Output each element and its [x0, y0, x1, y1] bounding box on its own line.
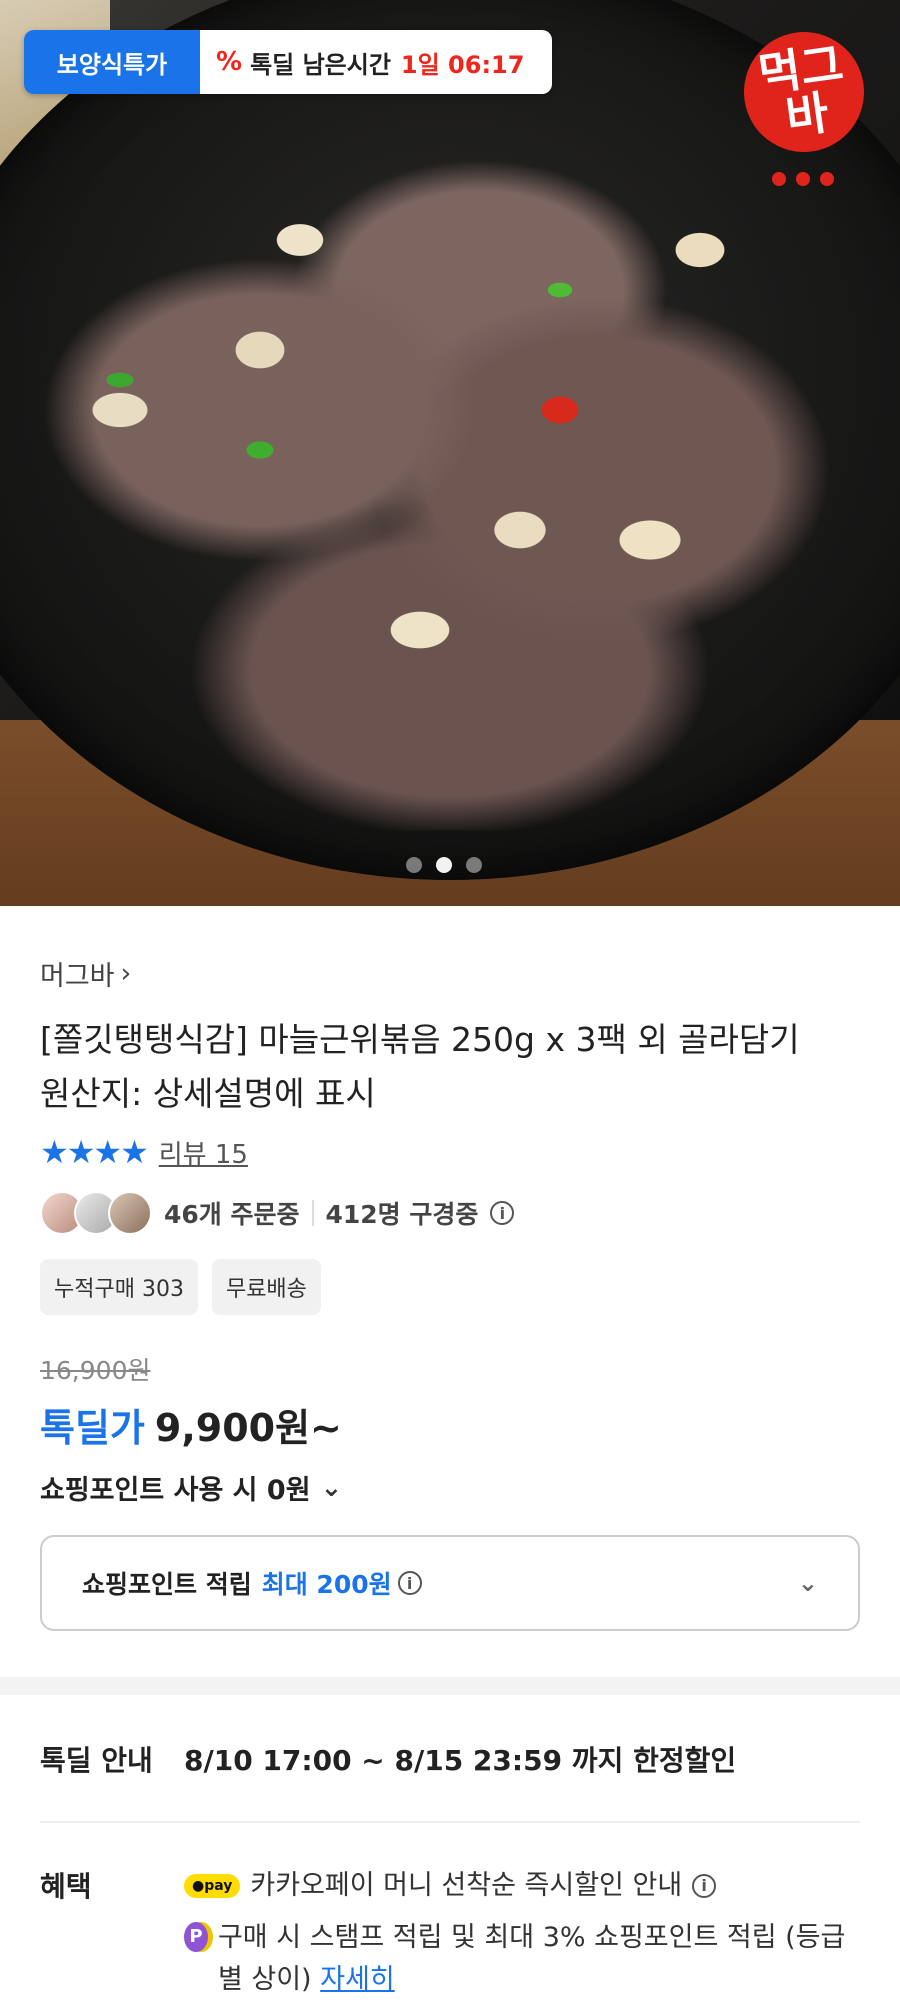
deal-info-value: 8/10 17:00 ~ 8/15 23:59 까지 한정할인 — [184, 1744, 737, 1777]
badge-timer: % 톡딜 남은시간 1일 06:17 — [200, 30, 552, 94]
benefit-item[interactable]: ●pay 카카오페이 머니 선착순 즉시할인 안내 i — [184, 1865, 860, 1907]
seller-name[interactable]: 머그바 — [40, 954, 115, 993]
sale-label: 톡딜가 — [40, 1406, 145, 1450]
point-icon: P — [184, 1922, 208, 1952]
chip-cumulative-purchase: 누적구매 303 — [40, 1259, 198, 1315]
rating-row: ★★★★ 리뷰 15 — [40, 1133, 860, 1171]
kakaopay-icon: ●pay — [184, 1874, 241, 1898]
product-title-line1: [쫄깃탱탱식감] 마늘근위볶음 250g x 3팩 외 골라담기 — [40, 1020, 800, 1059]
benefit-list: ●pay 카카오페이 머니 선착순 즉시할인 안내 i P 구매 시 스탬프 적… — [184, 1865, 860, 2011]
deal-section: 톡딜 안내 8/10 17:00 ~ 8/15 23:59 까지 한정할인 혜택… — [0, 1739, 900, 2011]
info-icon[interactable]: i — [692, 1874, 717, 1898]
badge-prefix: 톡딜 남은시간 — [250, 50, 391, 79]
viewer-count: 412명 구경중 — [325, 1200, 479, 1229]
points-accumulate-dropdown[interactable]: 쇼핑포인트 적립 최대 200원 i ⌄ — [40, 1535, 860, 1631]
food-image — [0, 110, 900, 830]
sale-price: 9,900원~ — [154, 1406, 342, 1450]
original-price: 16,900원 — [40, 1356, 151, 1385]
chevron-right-icon: › — [120, 958, 132, 989]
pager-dot-active[interactable] — [436, 857, 452, 873]
product-origin: 원산지: 상세설명에 표시 — [40, 1074, 376, 1113]
pager-dot[interactable] — [466, 857, 482, 873]
badge-category: 보양식특가 — [24, 30, 200, 94]
product-title: [쫄깃탱탱식감] 마늘근위볶음 250g x 3팩 외 골라담기 원산지: 상세… — [40, 1013, 860, 1121]
details-link[interactable]: 자세히 — [320, 1964, 395, 1995]
badge-time: 1일 06:17 — [400, 50, 525, 79]
brand-logo-text: 먹그바 — [755, 36, 847, 145]
benefit-text[interactable]: 카카오페이 머니 선착순 즉시할인 안내 — [250, 1865, 682, 1907]
benefit-item: P 구매 시 스탬프 적립 및 최대 3% 쇼핑포인트 적립 (등급별 상이) … — [184, 1917, 860, 2001]
deal-info-label: 톡딜 안내 — [40, 1744, 153, 1777]
points-use-toggle[interactable]: 쇼핑포인트 사용 시 0원 ⌄ — [40, 1468, 860, 1507]
row-divider — [40, 1821, 860, 1823]
order-count: 46개 주문중 — [164, 1200, 300, 1229]
percent-icon: % — [216, 47, 243, 77]
product-info: 머그바 › [쫄깃탱탱식감] 마늘근위볶음 250g x 3팩 외 골라담기 원… — [0, 954, 900, 1631]
star-rating-icon: ★★★★ — [40, 1133, 149, 1171]
buyer-avatars — [40, 1191, 152, 1235]
review-link[interactable]: 리뷰 15 — [159, 1134, 248, 1171]
carousel-pager[interactable] — [406, 857, 482, 873]
divider — [311, 1200, 314, 1226]
section-divider — [0, 1677, 900, 1695]
deal-timer-badge: 보양식특가 % 톡딜 남은시간 1일 06:17 — [24, 30, 552, 94]
pager-dot[interactable] — [406, 857, 422, 873]
benefit-text: 구매 시 스탬프 적립 및 최대 3% 쇼핑포인트 적립 (등급별 상이) 자세… — [218, 1917, 860, 2001]
benefit-label: 혜택 — [40, 1870, 92, 1903]
chevron-down-icon[interactable]: ⌄ — [321, 1473, 343, 1503]
chip-free-shipping: 무료배송 — [211, 1259, 321, 1315]
product-image-carousel[interactable]: 보양식특가 % 톡딜 남은시간 1일 06:17 먹그바 — [0, 0, 900, 906]
seller-link[interactable]: 머그바 › — [40, 954, 860, 993]
info-icon[interactable]: i — [397, 1571, 422, 1595]
sale-price-row: 톡딜가 9,900원~ — [40, 1397, 860, 1452]
tag-chips: 누적구매 303 무료배송 — [40, 1259, 860, 1315]
benefit-row: 혜택 ●pay 카카오페이 머니 선착순 즉시할인 안내 i P 구매 시 스탬… — [40, 1865, 860, 2011]
benefit-text-body: 구매 시 스탬프 적립 및 최대 3% 쇼핑포인트 적립 (등급별 상이) — [217, 1922, 846, 1995]
info-icon[interactable]: i — [490, 1201, 515, 1225]
points-use-label[interactable]: 쇼핑포인트 사용 시 0원 — [40, 1468, 311, 1507]
activity-row: 46개 주문중 412명 구경중 i — [40, 1191, 860, 1235]
points-accum-label: 쇼핑포인트 적립 — [82, 1570, 252, 1599]
brand-logo-dots — [772, 172, 834, 186]
deal-info-row: 톡딜 안내 8/10 17:00 ~ 8/15 23:59 까지 한정할인 — [40, 1739, 860, 1779]
points-accum-max: 최대 200원 — [261, 1570, 392, 1599]
chevron-down-icon[interactable]: ⌄ — [798, 1569, 818, 1597]
